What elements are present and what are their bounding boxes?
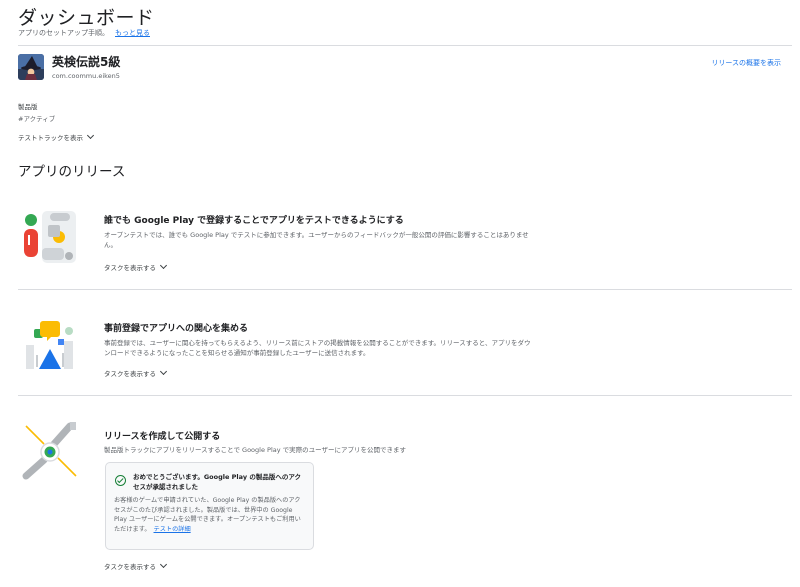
success-body-text: お客様のゲームで申請されていた、Google Play の製品版へのアクセスがこ… xyxy=(114,497,301,533)
track-label: 製品版 xyxy=(18,103,38,111)
learn-more-link[interactable]: もっと見る xyxy=(115,29,150,37)
wizard-app-icon xyxy=(18,54,44,80)
divider xyxy=(18,395,792,396)
card-description: 製品版トラックにアプリをリリースすることで Google Play で実際のユー… xyxy=(104,446,407,454)
toggle-label: タスクを表示する xyxy=(104,370,156,378)
toggle-label: タスクを表示する xyxy=(104,563,156,571)
subtitle-text: アプリのセットアップ手順。 xyxy=(18,29,109,37)
toggle-label: タスクを表示する xyxy=(104,264,156,272)
chevron-down-icon xyxy=(159,261,168,270)
card-title: 誰でも Google Play で登録することでアプリをテストできるようにする xyxy=(104,216,404,226)
app-package-name: com.coommu.eiken5 xyxy=(52,72,120,80)
page-subtitle: アプリのセットアップ手順。 もっと見る xyxy=(18,28,150,38)
card-title: 事前登録でアプリへの関心を集める xyxy=(104,324,249,334)
success-notification: おめでとうございます。Google Play の製品版へのアクセスが承認されまし… xyxy=(105,462,314,550)
open-testing-illustration-icon xyxy=(24,211,76,263)
chevron-down-icon xyxy=(159,560,168,569)
success-title: おめでとうございます。Google Play の製品版へのアクセスが承認されまし… xyxy=(133,473,302,491)
show-test-tracks-toggle[interactable]: テストトラックを表示 xyxy=(18,131,95,142)
app-name: 英検伝説5級 xyxy=(52,55,121,69)
pre-registration-illustration-icon xyxy=(24,319,76,371)
divider xyxy=(18,45,792,46)
divider xyxy=(18,289,792,290)
chevron-down-icon xyxy=(159,367,168,376)
show-tasks-toggle[interactable]: タスクを表示する xyxy=(104,560,168,571)
chevron-down-icon xyxy=(86,131,95,140)
publish-release-illustration-icon xyxy=(22,422,80,480)
show-tasks-toggle[interactable]: タスクを表示する xyxy=(104,261,168,272)
check-circle-icon xyxy=(115,475,126,486)
toggle-label: テストトラックを表示 xyxy=(18,134,83,142)
page-title: ダッシュボード xyxy=(18,7,155,29)
section-heading: アプリのリリース xyxy=(18,164,126,180)
card-title: リリースを作成して公開する xyxy=(104,432,221,442)
testing-details-link[interactable]: テストの詳細 xyxy=(154,526,191,533)
track-status: #アクティブ xyxy=(18,115,56,123)
success-message: お客様のゲームで申請されていた、Google Play の製品版へのアクセスがこ… xyxy=(114,496,306,534)
card-description: オープンテストでは、誰でも Google Play でテストに参加できます。ユー… xyxy=(104,231,529,249)
release-overview-link[interactable]: リリースの概要を表示 xyxy=(711,58,781,68)
show-tasks-toggle[interactable]: タスクを表示する xyxy=(104,367,168,378)
card-description: 事前登録では、ユーザーに関心を持ってもらえるよう、リリース前にストアの掲載情報を… xyxy=(104,339,531,357)
